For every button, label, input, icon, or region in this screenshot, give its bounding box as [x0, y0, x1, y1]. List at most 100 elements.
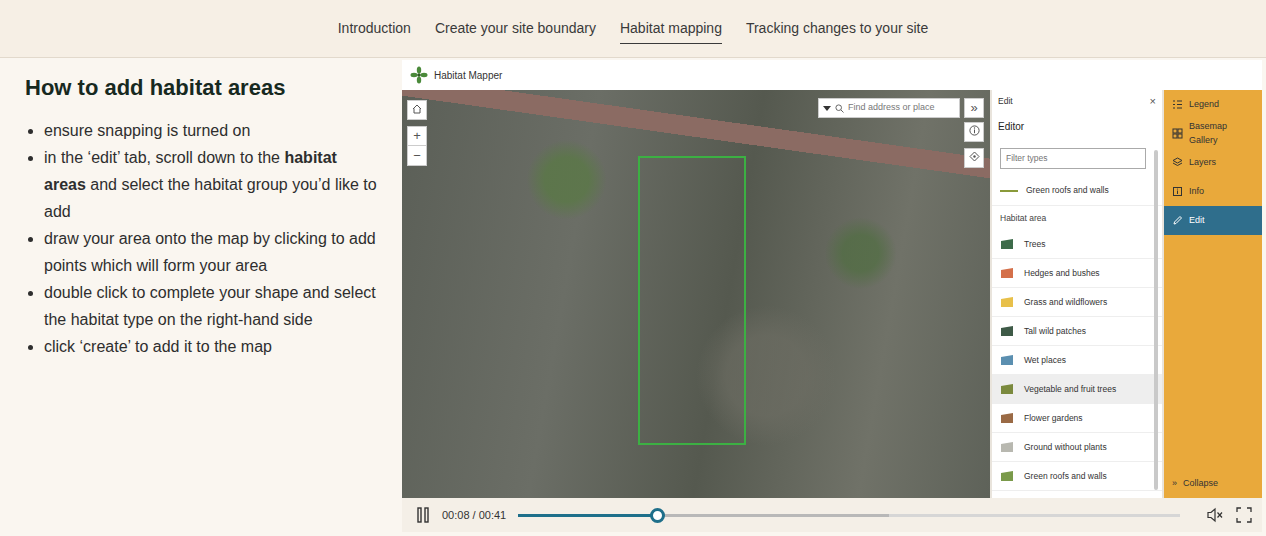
line-type-item[interactable]: Green roofs and walls	[992, 176, 1162, 206]
step-list: ensure snapping is turned on in the ‘edit…	[25, 117, 382, 360]
pause-icon[interactable]	[416, 507, 430, 523]
scrollbar[interactable]	[1154, 150, 1158, 490]
step-text: ensure snapping is turned on	[44, 122, 250, 139]
habitat-type-label: Green roofs and walls	[1024, 470, 1107, 483]
info-icon	[969, 125, 980, 136]
site-boundary	[638, 156, 746, 445]
nav-tab[interactable]: Tracking changes to your site	[746, 14, 928, 44]
search-input[interactable]	[848, 99, 955, 117]
step-item: double click to complete your shape and …	[44, 279, 382, 333]
step-item: draw your area onto the map by clicking …	[44, 225, 382, 279]
habitat-type-label: Wet places	[1024, 354, 1066, 367]
habitat-type-item[interactable]: Ground without plants	[992, 433, 1162, 462]
habitat-type-label: Trees	[1024, 238, 1045, 251]
app-header: Habitat Mapper	[402, 60, 1262, 90]
edit-panel-header: Edit ×	[992, 90, 1162, 112]
habitat-swatch-icon	[1000, 325, 1014, 337]
habitat-swatch-icon	[1000, 354, 1014, 366]
habitat-type-item[interactable]: Trees	[992, 230, 1162, 259]
seek-track	[518, 514, 1180, 517]
app-main: +− » Edit × Editor Green roofs and walls Habit…	[402, 90, 1262, 498]
home-button[interactable]	[407, 100, 427, 120]
edit-panel: Edit × Editor Green roofs and walls Habitat …	[992, 90, 1162, 498]
progress-fill	[518, 514, 657, 517]
lesson-panel: How to add habitat areas ensure snapping …	[0, 58, 402, 536]
step-text: in the ‘edit’ tab, scroll down to the	[44, 149, 284, 166]
map-view[interactable]: +− »	[402, 90, 990, 498]
zoom-controls: +−	[407, 126, 427, 166]
lesson-heading: How to add habitat areas	[25, 74, 382, 103]
seek-bar[interactable]	[518, 508, 1180, 522]
step-item: in the ‘edit’ tab, scroll down to the ha…	[44, 144, 382, 225]
widget-sidebar: Legend Basemap GalleryLayers Info Edit »Coll…	[1164, 90, 1262, 498]
map-controls: +−	[407, 100, 427, 166]
info-button[interactable]	[964, 122, 984, 142]
line-type-label: Green roofs and walls	[1026, 184, 1109, 197]
video-player[interactable]: Habitat Mapper +− » Edit × Editor Green roofs…	[402, 60, 1262, 532]
filter-box	[992, 140, 1162, 176]
time-display: 00:08 / 00:41	[442, 507, 506, 524]
locate-icon	[969, 151, 980, 162]
sidebar-label: Edit	[1189, 214, 1205, 228]
layers-icon	[1172, 157, 1183, 168]
close-button[interactable]: ×	[1150, 93, 1156, 110]
habitat-swatch-icon	[1000, 470, 1014, 482]
edit-icon	[1172, 215, 1183, 226]
habitat-swatch-icon	[1000, 441, 1014, 453]
habitat-type-label: Hedges and bushes	[1024, 267, 1100, 280]
nav-tab[interactable]: Habitat mapping	[620, 14, 722, 44]
edit-panel-title: Edit	[998, 95, 1013, 108]
habitat-type-label: Flower gardens	[1024, 412, 1083, 425]
habitat-type-item[interactable]: Green roofs and walls	[992, 462, 1162, 491]
collapse-button[interactable]: »Collapse	[1164, 469, 1262, 498]
zoom-out-button[interactable]: −	[407, 146, 427, 166]
habitat-type-label: Ground without plants	[1024, 441, 1107, 454]
collapse-icon: »	[1172, 477, 1177, 491]
step-text: and select the habitat group you’d like …	[44, 176, 377, 220]
zoom-in-button[interactable]: +	[407, 126, 427, 146]
habitat-type-item[interactable]: Wet places	[992, 346, 1162, 375]
habitat-swatch-icon	[1000, 383, 1014, 395]
habitat-type-item[interactable]: Grass and wildflowers	[992, 288, 1162, 317]
top-nav: Introduction Create your site boundary Hab…	[0, 0, 1266, 58]
sidebar-label: Legend	[1189, 98, 1219, 112]
fullscreen-icon[interactable]	[1236, 507, 1252, 523]
sidebar-item[interactable]: Edit	[1164, 206, 1262, 235]
sidebar-label: Basemap Gallery	[1189, 120, 1254, 147]
locate-button[interactable]	[964, 148, 984, 168]
filter-input[interactable]	[1000, 148, 1146, 169]
nav-tab[interactable]: Introduction	[338, 14, 411, 44]
nav-tab[interactable]: Create your site boundary	[435, 14, 596, 44]
habitat-swatch-icon	[1000, 412, 1014, 424]
info-icon	[1172, 186, 1183, 197]
app-title: Habitat Mapper	[434, 68, 502, 83]
seek-handle[interactable]	[650, 508, 665, 523]
habitat-type-label: Tall wild patches	[1024, 325, 1086, 338]
step-text: click ‘create’ to add it to the map	[44, 338, 272, 355]
habitat-type-item[interactable]: Hedges and bushes	[992, 259, 1162, 288]
habitat-swatch-icon	[1000, 296, 1014, 308]
habitat-type-item[interactable]: Vegetable and fruit trees	[992, 375, 1162, 404]
muted-icon[interactable]	[1206, 507, 1224, 523]
group-label: Habitat area	[992, 206, 1162, 230]
sidebar-item[interactable]: Info	[1164, 177, 1262, 206]
step-item: click ‘create’ to add it to the map	[44, 333, 382, 360]
map-tools	[964, 122, 984, 168]
dropdown-arrow-icon[interactable]	[823, 106, 831, 111]
player-controls: 00:08 / 00:41	[402, 498, 1262, 532]
habitat-type-item[interactable]: Tall wild patches	[992, 317, 1162, 346]
sidebar-item[interactable]: Basemap Gallery	[1164, 119, 1262, 148]
basemap-icon	[1172, 128, 1183, 139]
habitat-swatch-icon	[1000, 267, 1014, 279]
editor-heading: Editor	[992, 112, 1162, 140]
habitat-type-item[interactable]: Flower gardens	[992, 404, 1162, 433]
group-label-text: Habitat area	[1000, 212, 1046, 225]
habitat-type-label: Grass and wildflowers	[1024, 296, 1107, 309]
search-box	[818, 98, 960, 118]
step-text: draw your area onto the map by clicking …	[44, 230, 376, 274]
legend-icon	[1172, 99, 1183, 110]
sidebar-item[interactable]: Layers	[1164, 148, 1262, 177]
sidebar-item[interactable]: Legend	[1164, 90, 1262, 119]
sidebar-label: Info	[1189, 185, 1204, 199]
expand-button[interactable]: »	[964, 98, 984, 118]
